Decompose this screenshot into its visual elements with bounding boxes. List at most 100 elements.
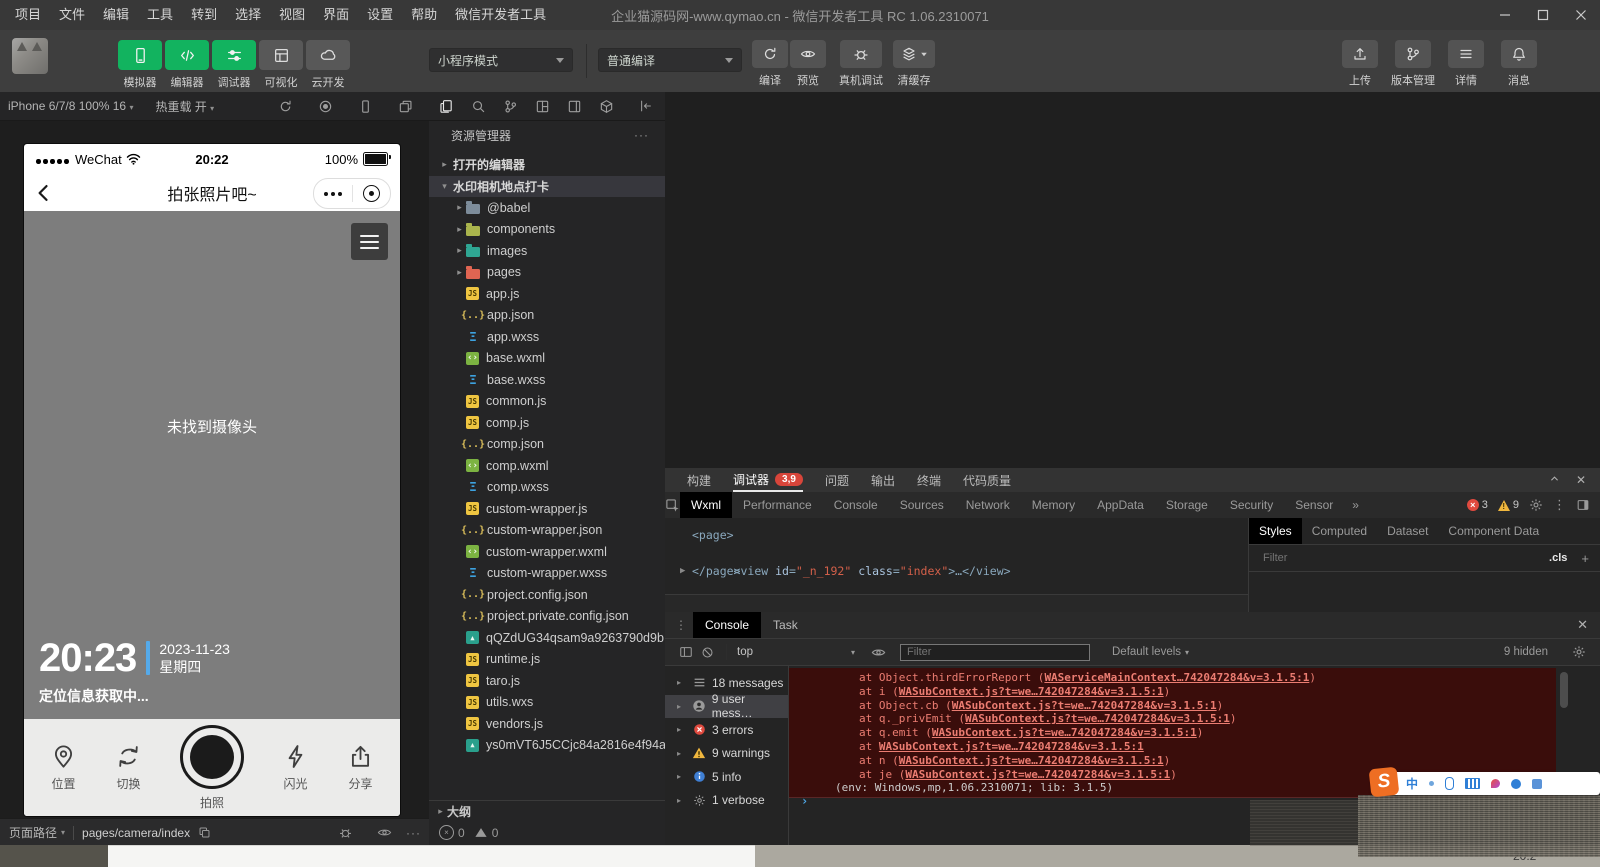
tree-item[interactable]: Ξapp.wxss — [429, 326, 665, 348]
console-filter-error[interactable]: ▸3 errors — [665, 718, 788, 742]
console-settings-icon[interactable] — [1572, 645, 1586, 659]
stack-frame-link[interactable]: WASubContext.js?t=we…742047284&v=3.1.5:1 — [899, 754, 1164, 767]
tree-section-1[interactable]: ▸打开的编辑器 — [429, 154, 665, 176]
stack-frame-link[interactable]: WASubContext.js?t=we…742047284&v=3.1.5:1 — [932, 726, 1197, 739]
action-eye-button[interactable]: 预览 — [790, 40, 826, 88]
action-bug-button[interactable]: 真机调试 — [840, 40, 882, 88]
preview-eye-icon[interactable] — [377, 825, 392, 840]
stack-frame-link[interactable]: WASubContext.js?t=we…742047284&v=3.1.5:1 — [965, 712, 1230, 725]
avatar[interactable] — [12, 38, 48, 74]
styles-tab-3[interactable]: Dataset — [1377, 518, 1438, 544]
copy-icon[interactable] — [198, 826, 211, 839]
inspect-icon[interactable] — [665, 498, 680, 513]
devtools-tab-appdata[interactable]: AppData — [1086, 492, 1155, 518]
layout-icon[interactable] — [567, 99, 582, 114]
minimize-button[interactable] — [1486, 0, 1524, 30]
collapse-sidebar-icon[interactable] — [639, 99, 653, 113]
collapse-panel-icon[interactable] — [1549, 473, 1560, 487]
more-button[interactable] — [314, 192, 352, 196]
tree-item[interactable]: JScommon.js — [429, 391, 665, 413]
toolbar-simulator-button[interactable]: 模拟器 — [118, 40, 162, 90]
tree-item[interactable]: JSapp.js — [429, 283, 665, 305]
problems-summary[interactable]: × 0 0 — [429, 820, 665, 845]
cls-button[interactable]: .cls — [1549, 552, 1567, 564]
devtools-tab-console[interactable]: Console — [823, 492, 889, 518]
tree-item[interactable]: JSruntime.js — [429, 649, 665, 671]
panel-tab-1[interactable]: 构建 — [687, 468, 711, 492]
tree-item[interactable]: {..}comp.json — [429, 434, 665, 456]
styles-tab-4[interactable]: Component Data — [1438, 518, 1549, 544]
more-options-icon[interactable]: ⋮ — [1553, 497, 1566, 513]
page-path-select[interactable]: 页面路径▾ — [9, 824, 65, 841]
styles-filter-input[interactable] — [1261, 551, 1549, 565]
tree-item[interactable]: JStaro.js — [429, 670, 665, 692]
console-prompt[interactable]: › — [801, 794, 808, 808]
mode-select[interactable]: 小程序模式 — [429, 48, 573, 72]
toolbar-bell-button[interactable]: 消息 — [1501, 40, 1537, 88]
log-levels-select[interactable]: Default levels▾ — [1112, 646, 1189, 658]
taskbar-window-preview[interactable] — [108, 845, 755, 867]
console-filter-list[interactable]: ▸18 messages — [665, 671, 788, 695]
tree-item[interactable]: ‹›comp.wxml — [429, 455, 665, 477]
tree-item[interactable]: ▸components — [429, 219, 665, 241]
toolbar-upload-button[interactable]: 上传 — [1342, 40, 1378, 88]
record-icon[interactable] — [318, 99, 333, 114]
menu-item-7[interactable]: 视图 — [270, 0, 314, 30]
devtools-tab-sensor[interactable]: Sensor — [1284, 492, 1344, 518]
tree-item[interactable]: ▲qQZdUG34qsam9a9263790d9b... — [429, 627, 665, 649]
tabs-overflow[interactable]: » — [1344, 498, 1367, 512]
console-filter-warning[interactable]: ▸9 warnings — [665, 742, 788, 766]
menu-item-10[interactable]: 帮助 — [402, 0, 446, 30]
styles-tab-1[interactable]: Styles — [1249, 518, 1302, 544]
add-style-button[interactable]: + — [1581, 551, 1589, 566]
wxml-line[interactable]: ▶<view id="_n_192" class="index">…</view… — [665, 544, 1248, 562]
tree-item[interactable]: JSutils.wxs — [429, 692, 665, 714]
stack-frame-link[interactable]: WASubContext.js?t=we…742047284&v=3.1.5:1 — [905, 768, 1170, 781]
toolbar-cloud-button[interactable]: 云开发 — [306, 40, 350, 90]
statusbar-more-icon[interactable]: ··· — [406, 826, 421, 840]
close-panel-icon[interactable]: ✕ — [1576, 473, 1586, 487]
tree-item[interactable]: Ξcomp.wxss — [429, 477, 665, 499]
devtools-tab-storage[interactable]: Storage — [1155, 492, 1219, 518]
console-filter-input[interactable] — [900, 644, 1090, 661]
tree-item[interactable]: JSvendors.js — [429, 713, 665, 735]
console-tab-2[interactable]: Task — [761, 612, 810, 638]
tree-item[interactable]: {..}project.private.config.json — [429, 606, 665, 628]
styles-tab-2[interactable]: Computed — [1302, 518, 1377, 544]
tree-item[interactable]: ▸pages — [429, 262, 665, 284]
camera-shutter-button[interactable]: 拍照 — [180, 725, 244, 811]
close-button[interactable] — [1562, 0, 1600, 30]
close-panel-icon[interactable]: ✕ — [1577, 617, 1588, 633]
tree-item[interactable]: {..}app.json — [429, 305, 665, 327]
action-compile-button[interactable]: 编译 — [752, 40, 788, 88]
tree-item[interactable]: {..}custom-wrapper.json — [429, 520, 665, 542]
camera-switch-button[interactable]: 切换 — [115, 743, 142, 792]
context-select[interactable]: top▾ — [737, 646, 855, 658]
warning-counter[interactable]: 9 — [1498, 499, 1519, 511]
eye-icon[interactable] — [871, 645, 886, 660]
toolbar-debug-sliders-button[interactable]: 调试器 — [212, 40, 256, 90]
phone-sm-icon[interactable] — [358, 99, 373, 114]
devtools-tab-performance[interactable]: Performance — [732, 492, 823, 518]
console-filter-verbose[interactable]: ▸1 verbose — [665, 789, 788, 813]
hot-reload-toggle[interactable]: 热重载 开 ▾ — [155, 98, 214, 115]
compile-select[interactable]: 普通编译 — [598, 48, 742, 72]
tree-item[interactable]: ▲ys0mVT6J5CCjc84a2816e4f94ac... — [429, 735, 665, 757]
tree-item[interactable]: ‹›custom-wrapper.wxml — [429, 541, 665, 563]
error-counter[interactable]: ×3 — [1467, 499, 1488, 511]
menu-item-8[interactable]: 界面 — [314, 0, 358, 30]
action-layers-button[interactable]: 清缓存 — [893, 40, 935, 88]
menu-item-4[interactable]: 工具 — [138, 0, 182, 30]
git-icon[interactable] — [503, 99, 518, 114]
refresh-icon[interactable] — [278, 99, 293, 114]
camera-share-button[interactable]: 分享 — [347, 743, 374, 792]
menu-item-6[interactable]: 选择 — [226, 0, 270, 30]
tree-item[interactable]: ‹›base.wxml — [429, 348, 665, 370]
devtools-tab-wxml[interactable]: Wxml — [680, 492, 732, 518]
menu-item-5[interactable]: 转到 — [182, 0, 226, 30]
console-filter-user[interactable]: ▸9 user mess… — [665, 695, 788, 719]
menu-item-9[interactable]: 设置 — [358, 0, 402, 30]
toolbar-editor-button[interactable]: 编辑器 — [165, 40, 209, 90]
build-icon[interactable] — [599, 99, 614, 114]
menu-item-1[interactable]: 项目 — [6, 0, 50, 30]
